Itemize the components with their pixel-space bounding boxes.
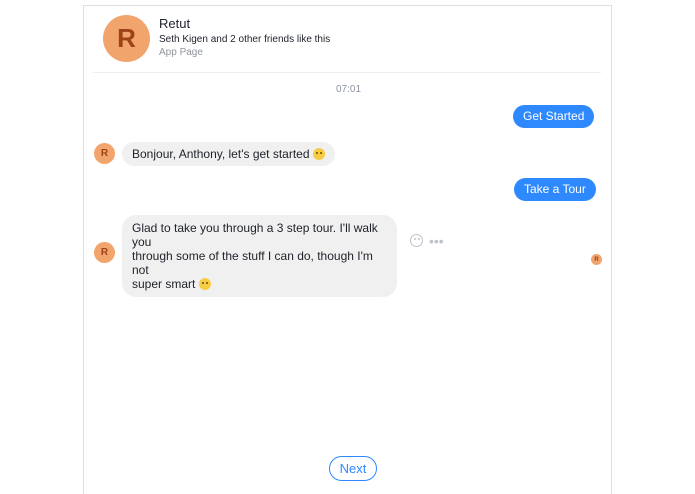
outgoing-message[interactable]: Take a Tour <box>514 178 596 201</box>
messenger-window: R Retut Seth Kigen and 2 other friends l… <box>83 5 612 494</box>
incoming-message[interactable]: Bonjour, Anthony, let's get started <box>122 142 335 166</box>
page-title[interactable]: Retut <box>159 16 190 31</box>
page-avatar[interactable]: R <box>103 15 150 62</box>
page-type-label: App Page <box>159 47 203 58</box>
bot-avatar[interactable]: R <box>94 242 115 263</box>
react-emoji-icon[interactable] <box>410 234 423 247</box>
page-likes-text: Seth Kigen and 2 other friends like this <box>159 34 331 45</box>
seen-indicator-avatar: R <box>591 254 602 265</box>
outgoing-message[interactable]: Get Started <box>513 105 595 128</box>
message-text-line: Glad to take you through a 3 step tour. … <box>132 221 378 249</box>
incoming-message[interactable]: Glad to take you through a 3 step tour. … <box>122 215 397 297</box>
message-text-line: super smart <box>132 277 196 291</box>
message-timestamp: 07:01 <box>335 84 362 95</box>
more-options-icon[interactable]: ••• <box>429 234 444 248</box>
message-text: Bonjour, Anthony, let's get started <box>132 147 310 161</box>
bot-avatar[interactable]: R <box>94 143 115 164</box>
next-button[interactable]: Next <box>329 456 377 481</box>
smiley-emoji-icon <box>198 278 211 290</box>
page-header: R Retut Seth Kigen and 2 other friends l… <box>93 6 601 73</box>
message-text-line: through some of the stuff I can do, thou… <box>132 249 373 277</box>
smiley-emoji-icon <box>312 148 325 160</box>
